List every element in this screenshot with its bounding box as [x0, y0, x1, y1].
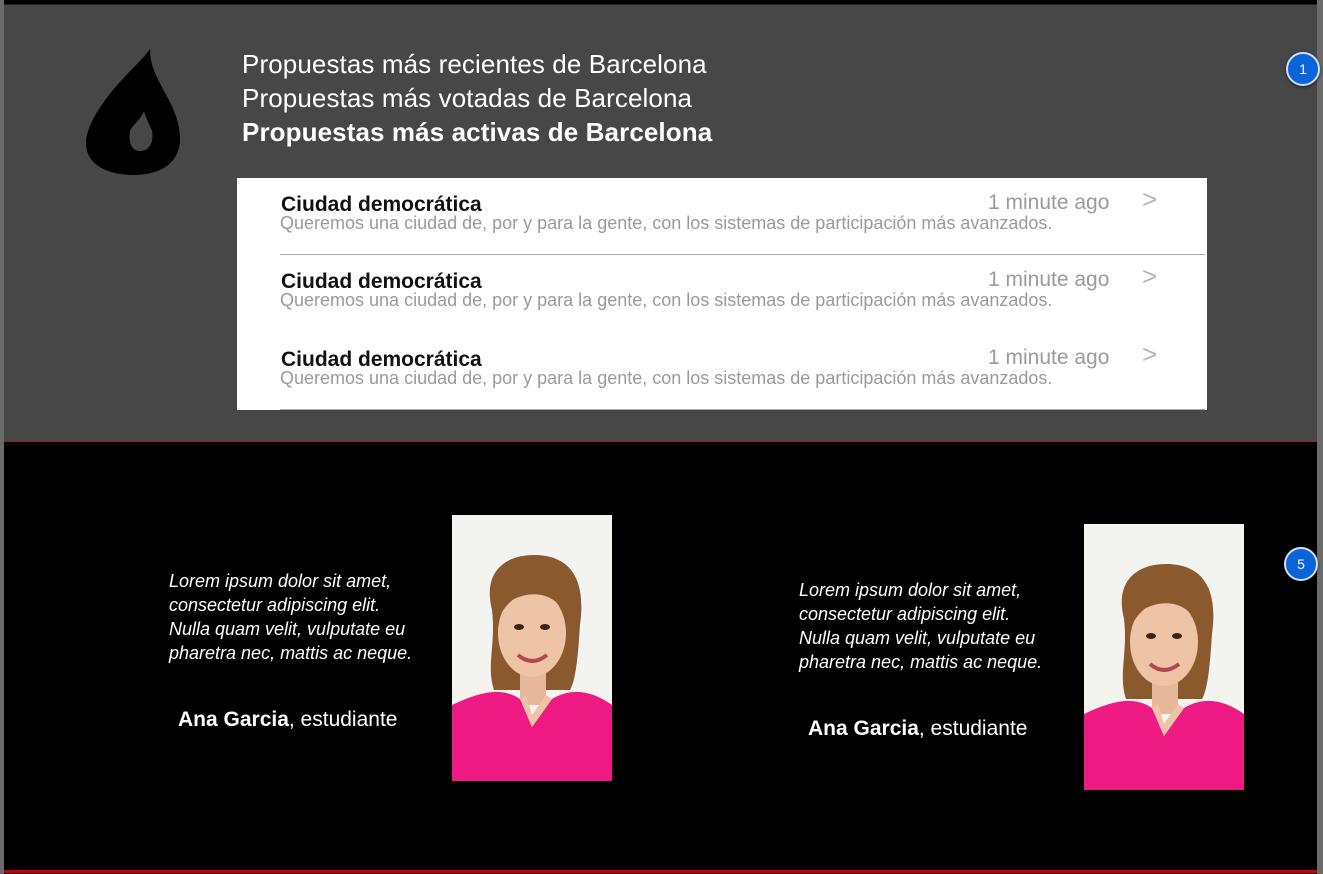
- arrow-right-icon[interactable]: >: [1142, 184, 1157, 215]
- proposal-time: 1 minute ago: [988, 346, 1110, 369]
- proposals-section: Propuestas más recientes de Barcelona Pr…: [4, 4, 1317, 442]
- filter-most-voted[interactable]: Propuestas más votadas de Barcelona: [242, 81, 712, 115]
- author-photo: [452, 515, 612, 781]
- testimonial-quote: Lorem ipsum dolor sit amet, consectetur …: [169, 571, 413, 663]
- proposal-item[interactable]: Ciudad democrática Queremos una ciudad d…: [280, 333, 1207, 410]
- testimonial-quote: Lorem ipsum dolor sit amet, consectetur …: [799, 580, 1043, 672]
- proposal-description: Queremos una ciudad de, por y para la ge…: [280, 213, 1053, 233]
- divider: [280, 409, 1205, 410]
- filter-recent[interactable]: Propuestas más recientes de Barcelona: [242, 47, 712, 81]
- proposal-list: Ciudad democrática Queremos una ciudad d…: [237, 178, 1207, 410]
- proposal-description: Queremos una ciudad de, por y para la ge…: [280, 368, 1053, 388]
- filter-most-active[interactable]: Propuestas más activas de Barcelona: [242, 115, 712, 149]
- flame-logo-icon: [86, 49, 180, 175]
- step-badge-top[interactable]: 1: [1286, 52, 1320, 86]
- right-frame-edge: [1317, 0, 1323, 874]
- proposal-item[interactable]: Ciudad democrática Queremos una ciudad d…: [280, 255, 1207, 332]
- proposal-time: 1 minute ago: [988, 268, 1110, 291]
- testimonial-author: Ana Garcia, estudiante: [808, 717, 1028, 740]
- proposal-filter-list: Propuestas más recientes de Barcelona Pr…: [242, 47, 712, 149]
- proposal-time: 1 minute ago: [988, 191, 1110, 214]
- arrow-right-icon[interactable]: >: [1142, 261, 1157, 292]
- author-photo: [1084, 524, 1244, 790]
- step-badge-bottom[interactable]: 5: [1284, 547, 1318, 581]
- arrow-right-icon[interactable]: >: [1142, 339, 1157, 370]
- proposal-item[interactable]: Ciudad democrática Queremos una ciudad d…: [280, 178, 1207, 255]
- proposal-description: Queremos una ciudad de, por y para la ge…: [280, 290, 1053, 310]
- testimonials-section: Lorem ipsum dolor sit amet, consectetur …: [4, 442, 1317, 873]
- testimonial-author: Ana Garcia, estudiante: [178, 708, 398, 731]
